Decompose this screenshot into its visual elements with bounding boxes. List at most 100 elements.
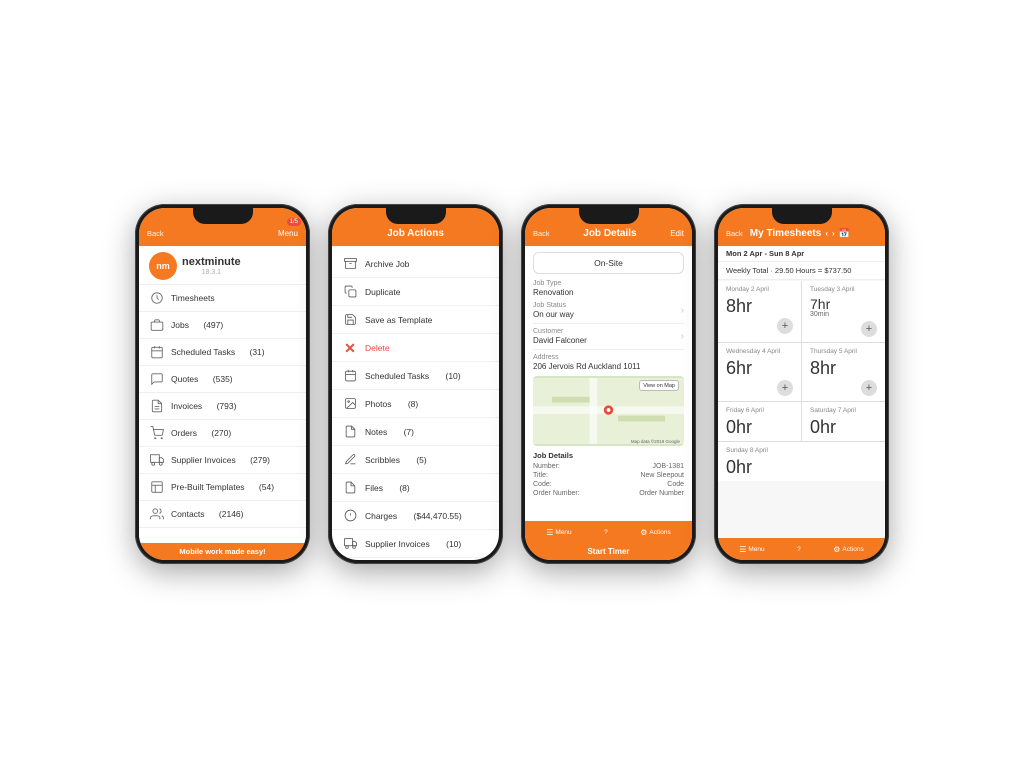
phone3-back[interactable]: Back xyxy=(533,229,550,238)
actions-btn[interactable]: ⚙ Actions xyxy=(640,528,671,537)
number-value: JOB-1381 xyxy=(652,463,684,470)
edit-button[interactable]: Edit xyxy=(670,229,684,238)
help-icon: ? xyxy=(604,529,608,536)
notes-icon xyxy=(342,424,358,440)
scheduled-count: (31) xyxy=(249,347,264,357)
action-charges[interactable]: Charges ($44,470.55) xyxy=(332,502,499,530)
job-number-row: Number: JOB-1381 xyxy=(533,463,684,470)
menu-item-contacts[interactable]: Contacts (2146) xyxy=(139,501,306,528)
files-count: (8) xyxy=(399,483,409,493)
wednesday-label: Wednesday 4 April xyxy=(726,348,793,355)
action-scheduled-tasks[interactable]: Scheduled Tasks (10) xyxy=(332,362,499,390)
menu-bottom-icon: ☰ xyxy=(546,528,553,537)
day-thursday: Thursday 5 April 8hr + xyxy=(802,343,885,401)
job-details-title: Job Details xyxy=(550,228,671,239)
monday-hours: 8hr xyxy=(726,297,793,315)
menu-item-timesheets[interactable]: Timesheets xyxy=(139,285,306,312)
thursday-plus[interactable]: + xyxy=(861,380,877,396)
address-label: Address xyxy=(533,354,684,361)
ts-actions-label: Actions xyxy=(842,546,863,553)
address-value: 206 Jervois Rd Auckland 1011 xyxy=(533,362,684,371)
wednesday-hours: 6hr xyxy=(726,359,793,377)
menu-list-container: Timesheets Jobs (497) Scheduled Tasks (3… xyxy=(139,285,306,543)
sunday-hours: 0hr xyxy=(726,458,877,476)
tuesday-plus[interactable]: + xyxy=(861,321,877,337)
back-button[interactable]: Back xyxy=(147,229,164,238)
logo-text: nextminute xyxy=(182,256,241,268)
menu-button[interactable]: Menu xyxy=(278,229,298,238)
scribbles-label: Scribbles xyxy=(365,455,400,465)
day-wednesday: Wednesday 4 April 6hr + xyxy=(718,343,801,401)
action-archive[interactable]: Archive Job xyxy=(332,250,499,278)
header-badge: 1/5 xyxy=(287,218,301,226)
templates-count: (54) xyxy=(259,482,274,492)
files-label: Files xyxy=(365,483,383,493)
delete-icon: ✕ xyxy=(342,340,358,356)
chevron-right-icon[interactable]: › xyxy=(832,229,835,238)
action-duplicate[interactable]: Duplicate xyxy=(332,278,499,306)
job-type-label: Job Type xyxy=(533,280,684,287)
date-range: Mon 2 Apr - Sun 8 Apr xyxy=(718,246,885,262)
action-photos[interactable]: Photos (8) xyxy=(332,390,499,418)
action-files[interactable]: Files (8) xyxy=(332,474,499,502)
archive-label: Archive Job xyxy=(365,259,409,269)
ts-help-btn[interactable]: ? xyxy=(797,546,801,553)
timesheets-page-title: My Timesheets ‹ › 📅 xyxy=(743,228,857,239)
wednesday-plus[interactable]: + xyxy=(777,380,793,396)
invoices-count: (793) xyxy=(217,401,237,411)
start-timer-bar[interactable]: Start Timer xyxy=(525,543,692,560)
ts-menu-btn[interactable]: ☰ Menu xyxy=(739,545,764,554)
status-arrow-icon: › xyxy=(681,305,684,316)
charges-label: Charges xyxy=(365,511,397,521)
help-btn[interactable]: ? xyxy=(604,529,608,536)
save-template-icon xyxy=(342,312,358,328)
menu-item-quotes[interactable]: Quotes (535) xyxy=(139,366,306,393)
day-friday: Friday 6 April 0hr xyxy=(718,402,801,441)
action-delete[interactable]: ✕ Delete xyxy=(332,334,499,362)
view-map-button[interactable]: View on Map xyxy=(639,380,679,391)
notes-label: Notes xyxy=(365,427,387,437)
ts-title-text: My Timesheets xyxy=(750,228,822,239)
action-save-template[interactable]: Save as Template xyxy=(332,306,499,334)
code-label: Code: xyxy=(533,481,552,488)
menu-bottom-btn[interactable]: ☰ Menu xyxy=(546,528,571,537)
action-supplier-invoices[interactable]: Supplier Invoices (10) xyxy=(332,530,499,558)
phone1: Back Menu 1/5 nm nextminute 18.3.1 xyxy=(135,204,310,564)
menu-item-invoices[interactable]: Invoices (793) xyxy=(139,393,306,420)
action-quotes[interactable]: Quotes (11) xyxy=(332,558,499,560)
clock-icon xyxy=(149,290,165,306)
ts-menu-label: Menu xyxy=(748,546,764,553)
scheduled-tasks-count: (10) xyxy=(445,371,460,381)
phone4-bottom-bar: ☰ Menu ? ⚙ Actions xyxy=(718,538,885,560)
supplier-invoices-icon xyxy=(342,536,358,552)
menu-item-orders[interactable]: Orders (270) xyxy=(139,420,306,447)
scribbles-count: (5) xyxy=(416,455,426,465)
job-details-section-title: Job Details xyxy=(533,451,684,460)
cart-icon xyxy=(149,425,165,441)
monday-label: Monday 2 April xyxy=(726,286,793,293)
title-value: New Sleepout xyxy=(640,472,684,479)
order-row: Order Number: Order Number xyxy=(533,490,684,497)
friday-hours: 0hr xyxy=(726,418,793,436)
scribbles-icon xyxy=(342,452,358,468)
on-site-button[interactable]: On-Site xyxy=(533,252,684,274)
phone4-back[interactable]: Back xyxy=(726,229,743,238)
ts-actions-btn[interactable]: ⚙ Actions xyxy=(833,545,864,554)
menu-item-scheduled[interactable]: Scheduled Tasks (31) xyxy=(139,339,306,366)
monday-plus[interactable]: + xyxy=(777,318,793,334)
charges-count: ($44,470.55) xyxy=(414,511,462,521)
template-icon xyxy=(149,479,165,495)
contacts-icon xyxy=(149,506,165,522)
chevron-left-icon[interactable]: ‹ xyxy=(825,229,828,238)
menu-item-supplier-invoices[interactable]: Supplier Invoices (279) xyxy=(139,447,306,474)
action-notes[interactable]: Notes (7) xyxy=(332,418,499,446)
menu-item-templates[interactable]: Pre-Built Templates (54) xyxy=(139,474,306,501)
action-scribbles[interactable]: Scribbles (5) xyxy=(332,446,499,474)
menu-item-jobs[interactable]: Jobs (497) xyxy=(139,312,306,339)
sunday-label: Sunday 8 April xyxy=(726,447,877,454)
calendar-ts-icon[interactable]: 📅 xyxy=(839,228,850,239)
job-type-row: Job Type Renovation xyxy=(533,280,684,297)
job-status-row[interactable]: Job Status On our way › xyxy=(533,302,684,324)
customer-row[interactable]: Customer David Falconer › xyxy=(533,328,684,350)
tuesday-label: Tuesday 3 April xyxy=(810,286,877,293)
